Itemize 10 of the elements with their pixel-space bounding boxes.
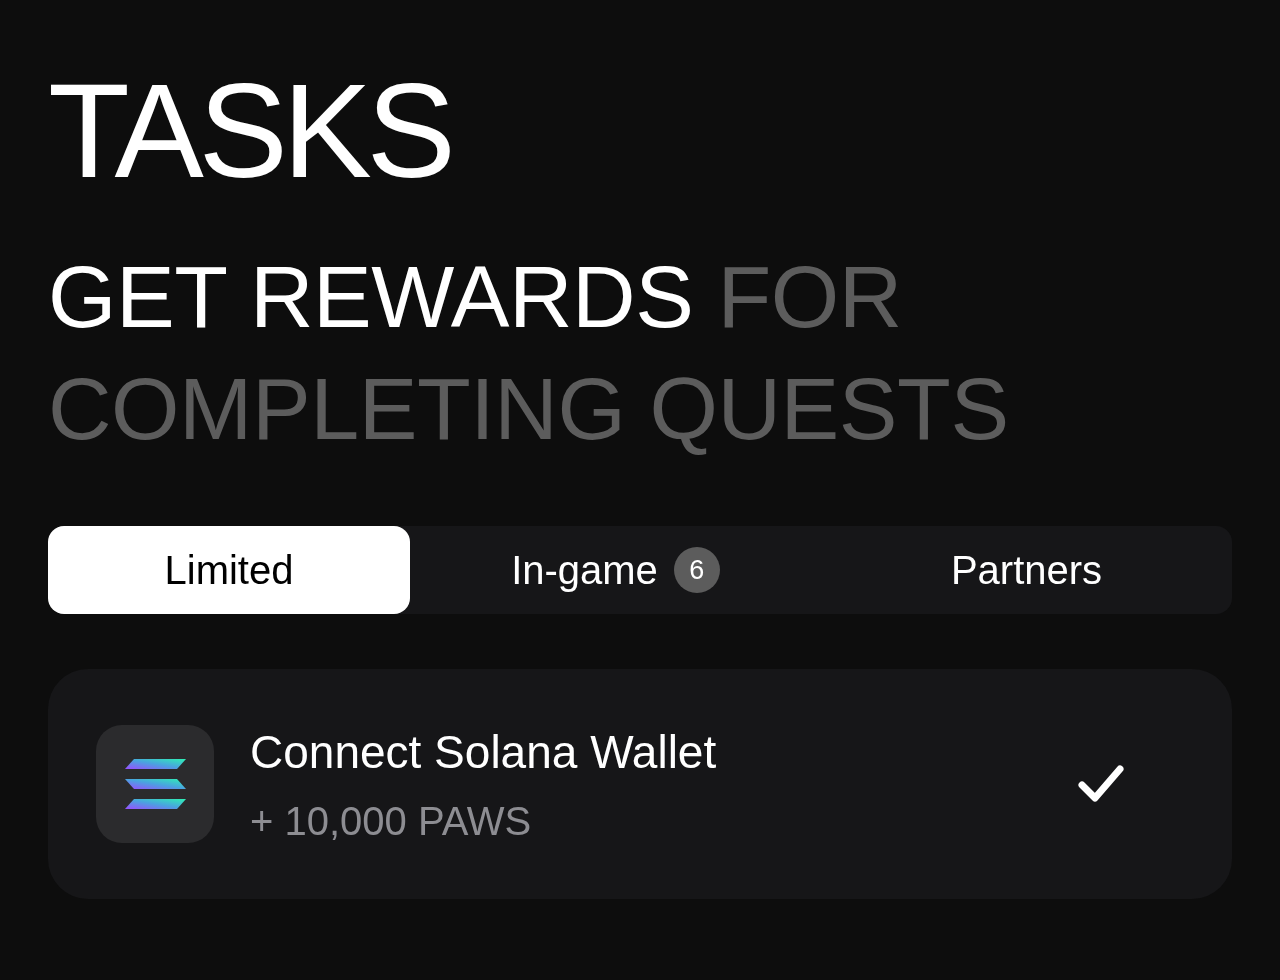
task-card[interactable]: Connect Solana Wallet + 10,000 PAWS: [48, 669, 1232, 899]
page-subtitle: GET REWARDS FOR COMPLETING QUESTS: [48, 246, 1010, 460]
layered-bars-logo-icon: [96, 725, 214, 843]
tab[interactable]: Limited: [48, 526, 410, 614]
task-reward: + 10,000 PAWS: [250, 797, 532, 845]
tab[interactable]: In-game 6: [410, 526, 821, 614]
count-badge: 6: [673, 547, 720, 593]
tab[interactable]: Partners: [821, 526, 1232, 614]
page-title: TASKS: [48, 64, 451, 198]
task-title: Connect Solana Wallet: [250, 724, 717, 780]
